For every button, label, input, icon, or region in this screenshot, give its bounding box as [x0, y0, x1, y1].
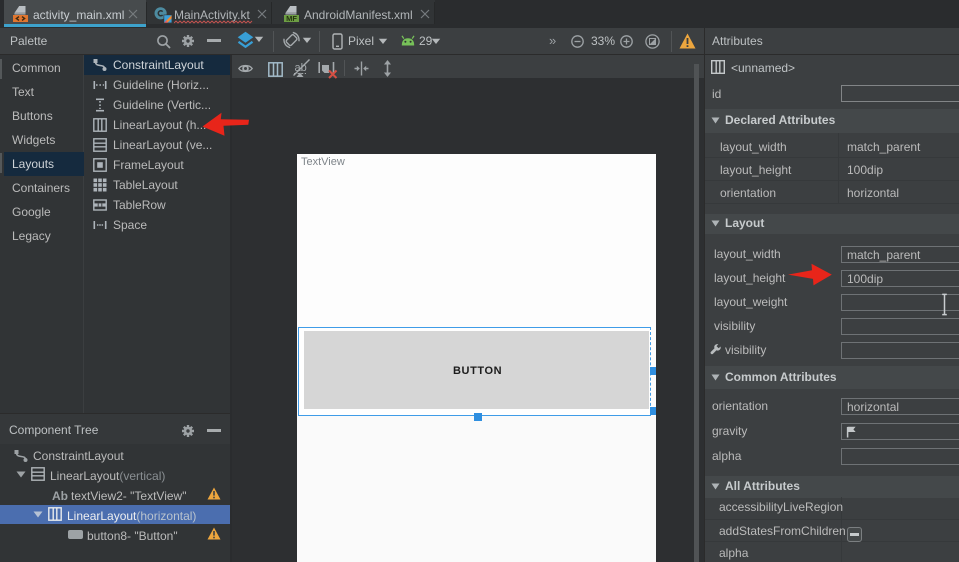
svg-text:MF: MF — [286, 14, 297, 23]
